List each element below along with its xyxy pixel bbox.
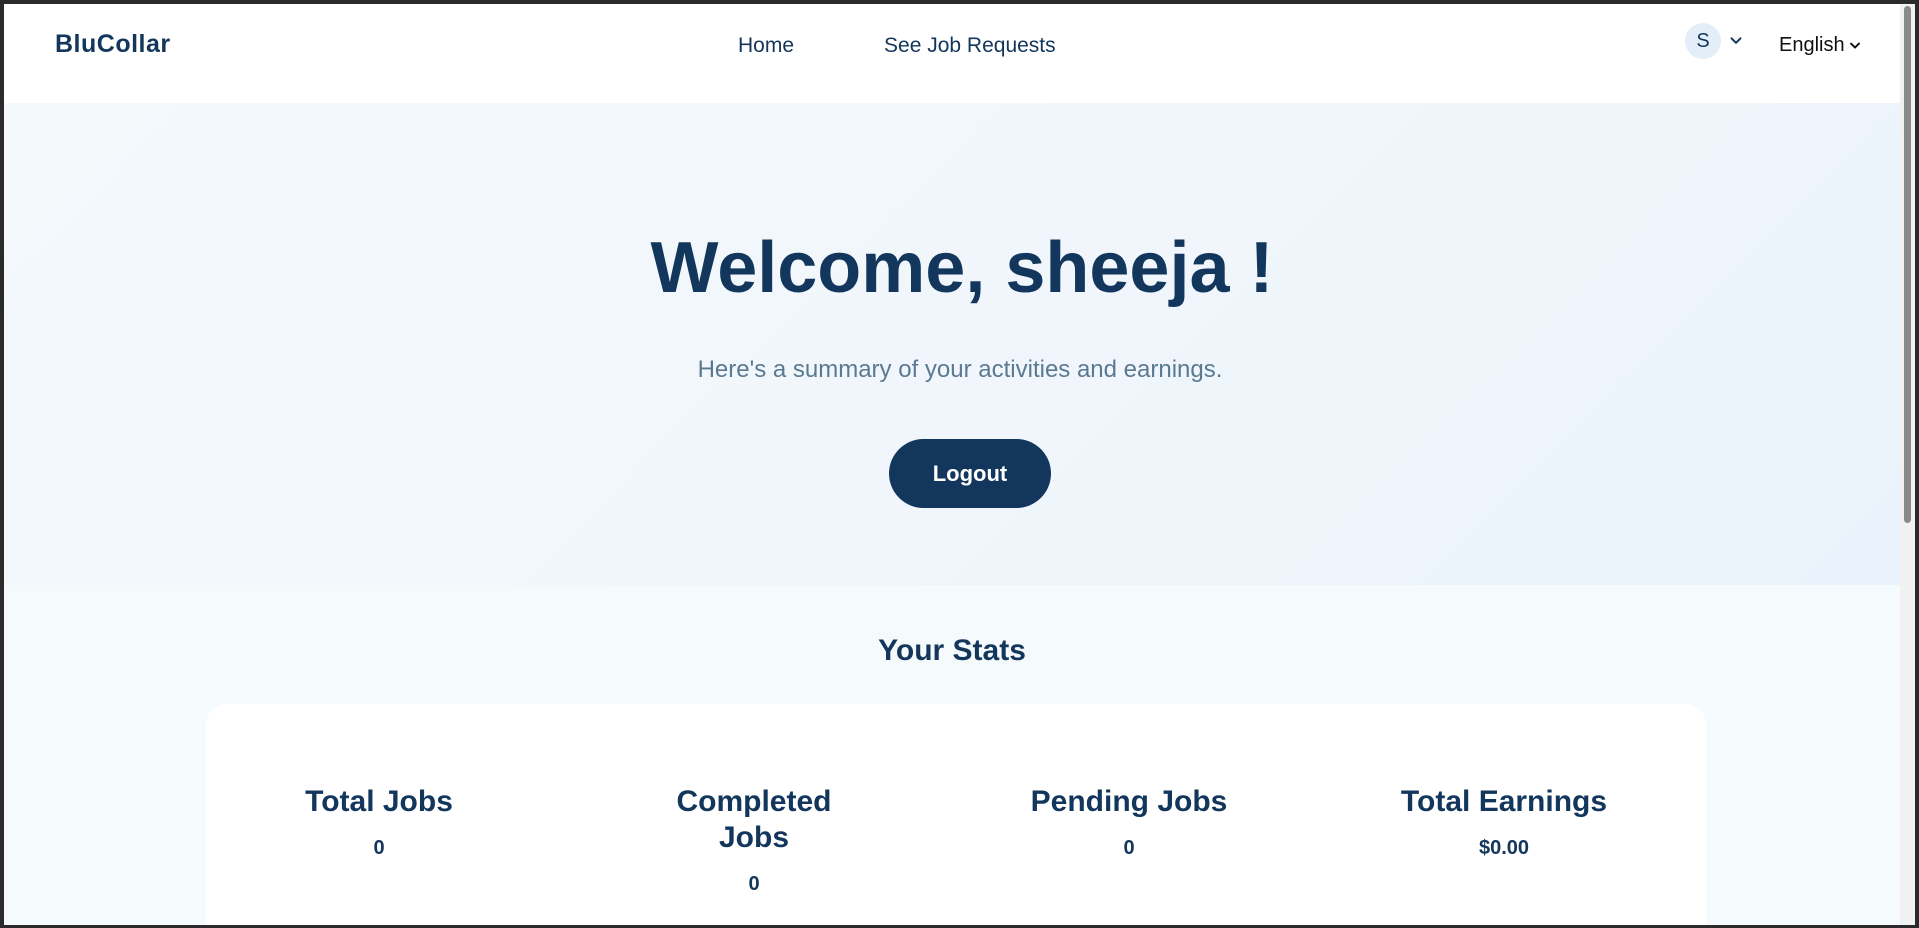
hero-subtitle: Here's a summary of your activities and … — [697, 356, 1223, 383]
stats-card: Total Jobs 0 Completed Jobs 0 Pending Jo… — [206, 704, 1706, 925]
logout-button[interactable]: Logout — [889, 439, 1051, 508]
scrollbar-thumb[interactable] — [1904, 6, 1911, 523]
stat-label: Total Earnings — [1400, 785, 1608, 818]
stat-label: Total Jobs — [305, 785, 453, 818]
stat-pending-jobs: Pending Jobs 0 — [979, 784, 1279, 860]
browser-viewport: BluCollar Home See Job Requests S Englis… — [4, 4, 1915, 925]
stat-value: 0 — [1123, 837, 1135, 859]
brand-logo[interactable]: BluCollar — [55, 30, 171, 59]
top-navbar: BluCollar Home See Job Requests S Englis… — [4, 4, 1900, 103]
avatar[interactable]: S — [1685, 23, 1721, 59]
nav-links: Home See Job Requests — [738, 34, 1056, 58]
stat-total-jobs: Total Jobs 0 — [229, 784, 529, 860]
language-label: English — [1779, 34, 1845, 56]
stat-completed-jobs: Completed Jobs 0 — [604, 784, 904, 896]
nav-link-see-job-requests[interactable]: See Job Requests — [884, 34, 1056, 58]
stat-label: Completed Jobs — [676, 785, 832, 854]
language-selector[interactable]: English — [1779, 34, 1863, 57]
vertical-scrollbar[interactable] — [1900, 4, 1915, 925]
stats-heading: Your Stats — [878, 634, 1026, 667]
chevron-down-icon[interactable] — [1727, 32, 1745, 50]
stat-total-earnings: Total Earnings $0.00 — [1354, 784, 1654, 860]
nav-link-home[interactable]: Home — [738, 34, 794, 58]
page-title: Welcome, sheeja ! — [650, 228, 1274, 308]
user-menu[interactable]: S — [1685, 23, 1745, 59]
hero-section: Welcome, sheeja ! Here's a summary of yo… — [4, 103, 1900, 585]
stat-value: 0 — [373, 837, 385, 859]
stat-value: $0.00 — [1478, 837, 1530, 859]
chevron-down-icon — [1849, 42, 1860, 49]
stat-value: 0 — [748, 873, 760, 895]
stat-label: Pending Jobs — [1030, 785, 1228, 818]
